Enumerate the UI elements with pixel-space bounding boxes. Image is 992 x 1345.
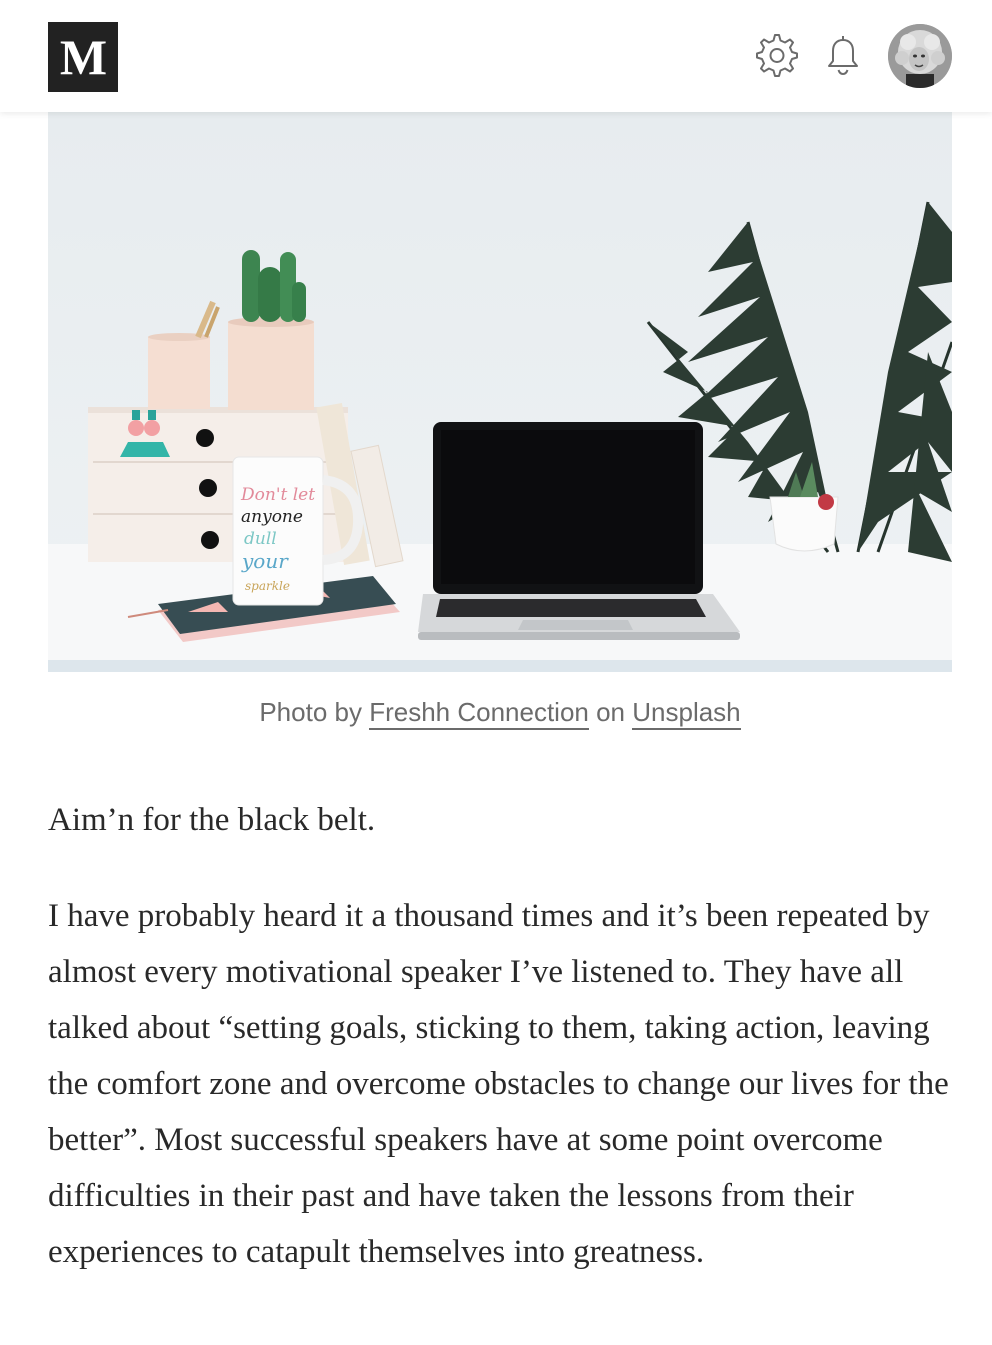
user-avatar[interactable] bbox=[888, 24, 952, 88]
mug-text-line-3: dull bbox=[244, 529, 277, 549]
notifications-button[interactable] bbox=[819, 32, 867, 80]
hero-image: Don't let anyone dull your sparkle bbox=[48, 112, 952, 672]
mug-text-line-1: Don't let bbox=[240, 485, 315, 505]
bell-icon bbox=[828, 36, 858, 76]
article-body: Aim’n for the black belt. I have probabl… bbox=[48, 792, 952, 1280]
caption-prefix: Photo by bbox=[259, 697, 370, 727]
avatar-photo bbox=[888, 24, 952, 88]
top-navigation-bar: M bbox=[0, 0, 992, 112]
medium-logo[interactable]: M bbox=[48, 22, 118, 92]
mug-text-line-2: anyone bbox=[241, 507, 303, 527]
gear-icon bbox=[756, 34, 798, 77]
article-paragraph: I have probably heard it a thousand time… bbox=[48, 898, 949, 1270]
article-paragraph: Aim’n for the black belt. bbox=[48, 802, 376, 838]
image-caption: Photo by Freshh Connection on Unsplash bbox=[48, 694, 952, 730]
mug-text-line-4: your bbox=[241, 549, 289, 573]
unsplash-link[interactable]: Unsplash bbox=[632, 697, 741, 730]
caption-middle: on bbox=[588, 697, 633, 727]
photographer-link[interactable]: Freshh Connection bbox=[369, 697, 589, 730]
mug-text-line-5: sparkle bbox=[245, 579, 290, 593]
settings-button[interactable] bbox=[753, 32, 801, 80]
